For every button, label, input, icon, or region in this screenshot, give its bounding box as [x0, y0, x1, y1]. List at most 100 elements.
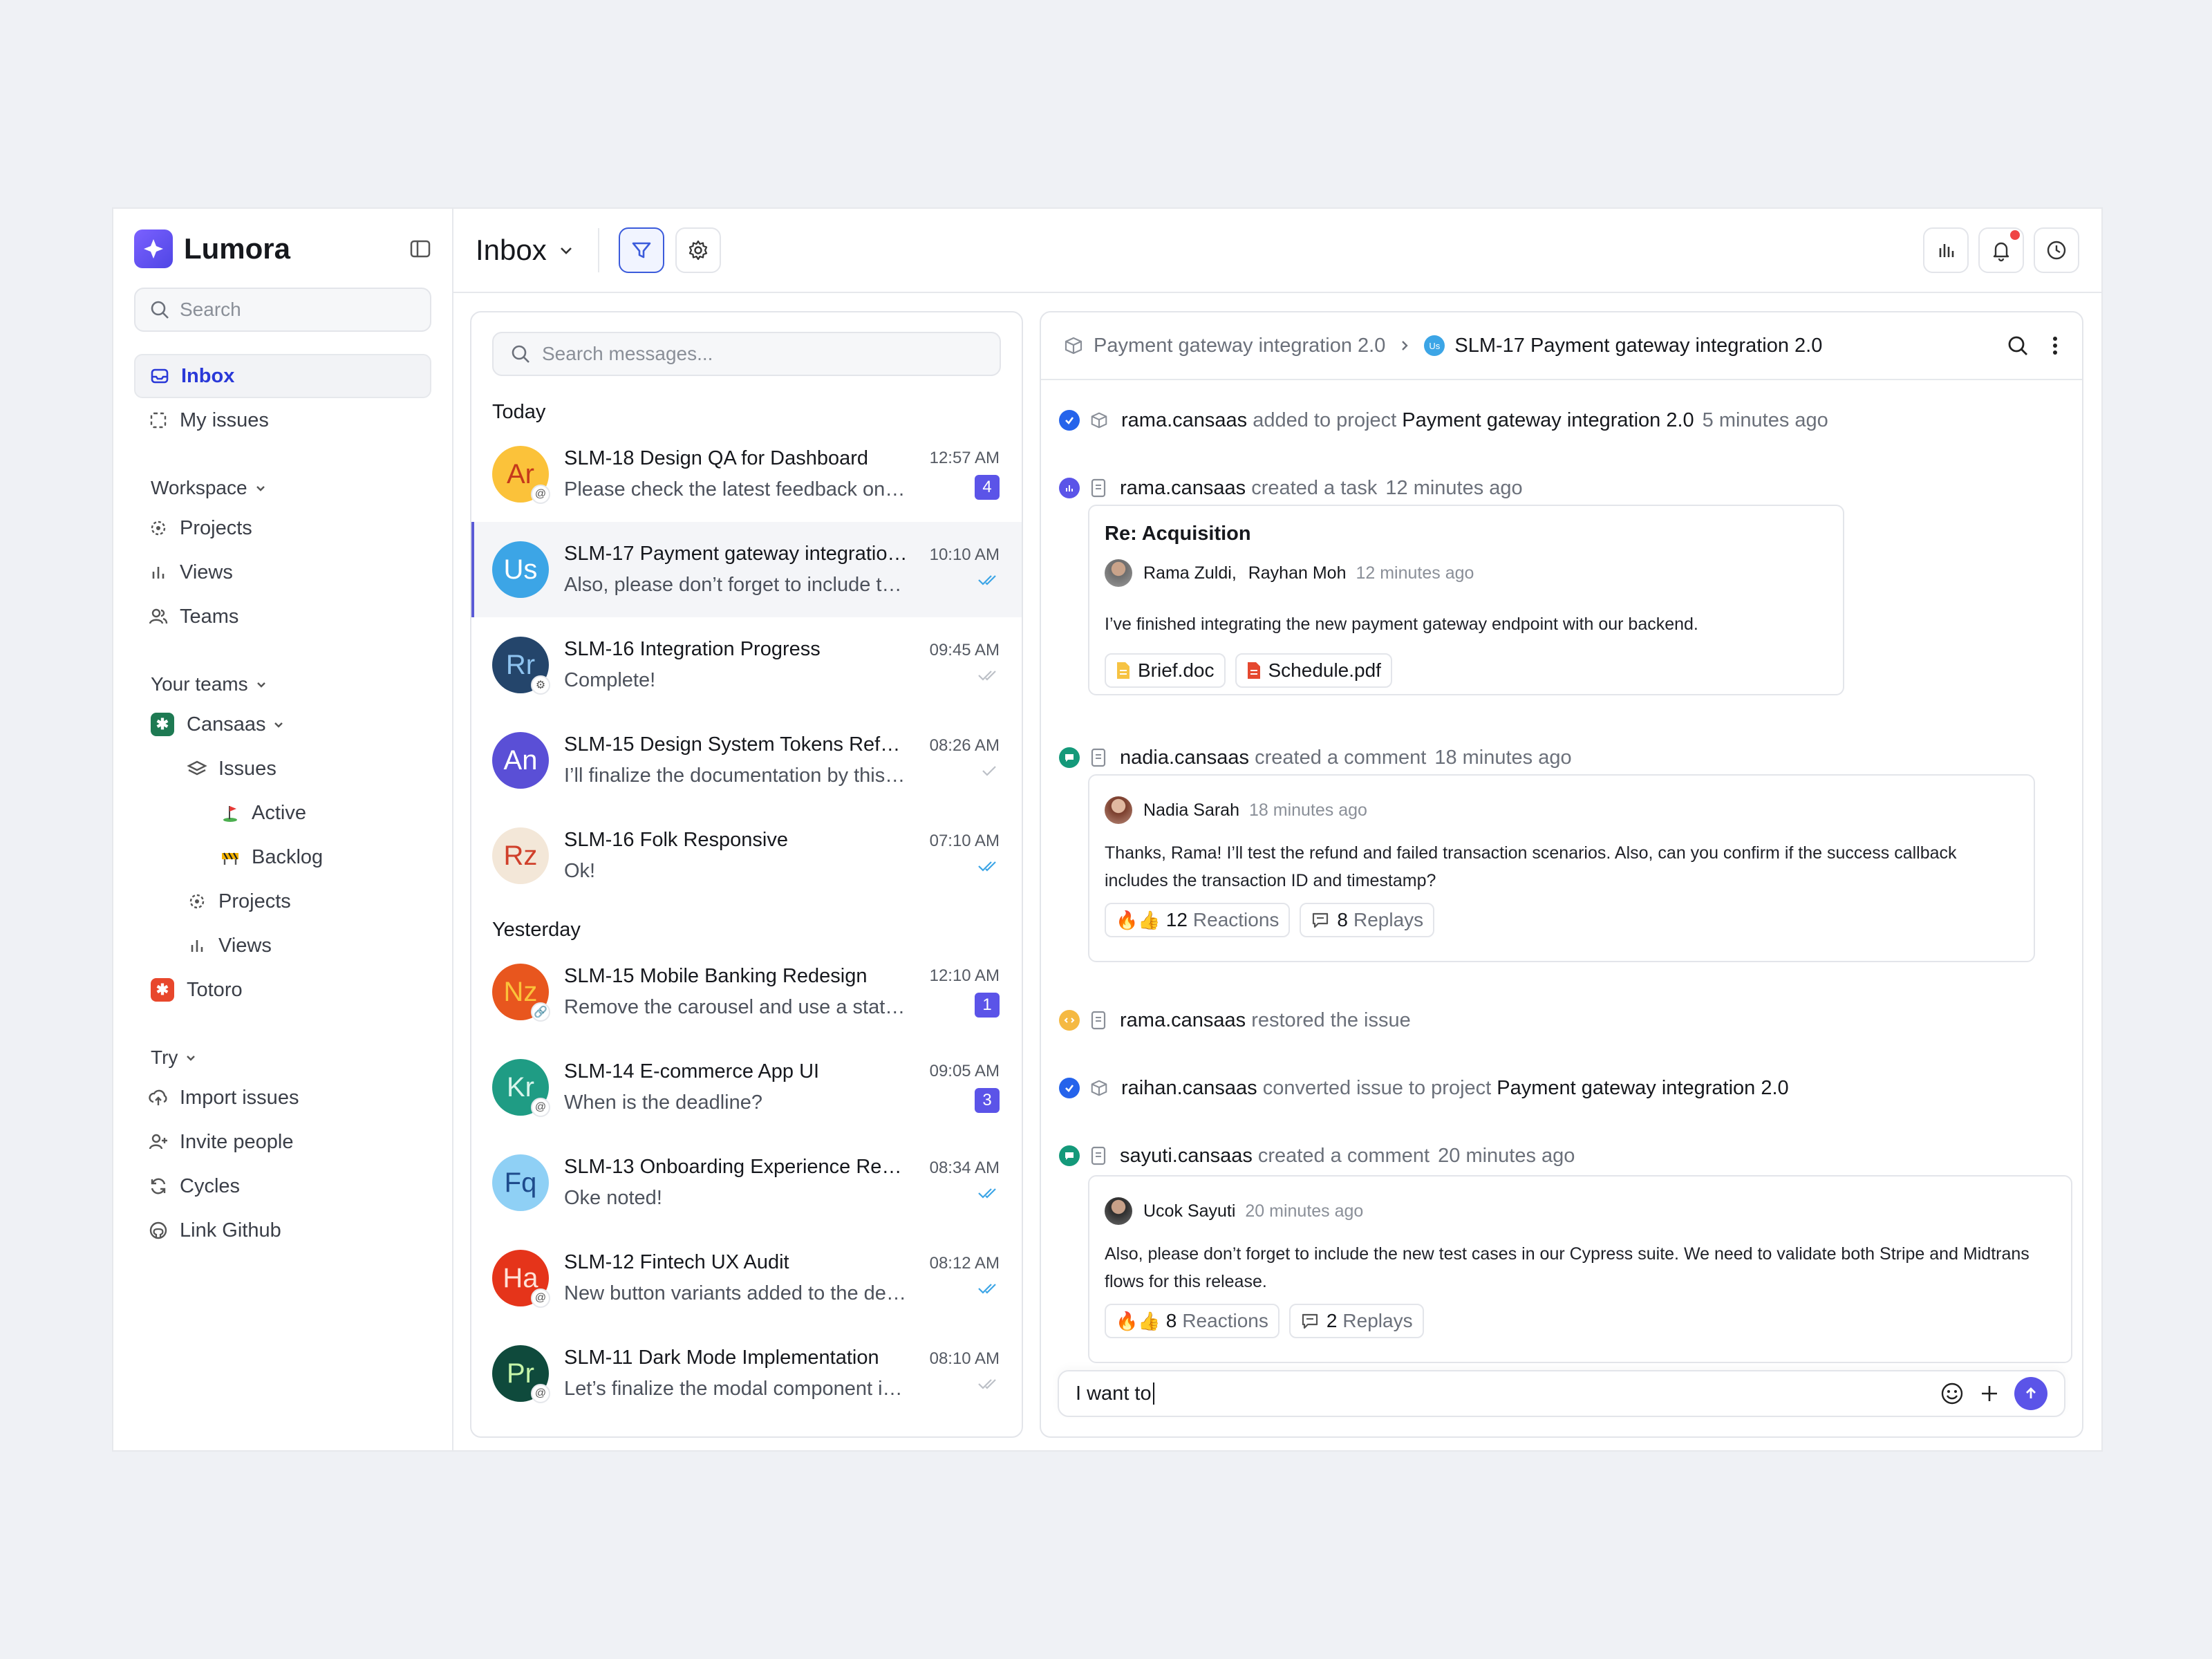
- team-totoro[interactable]: ✱ Totoro: [134, 968, 431, 1012]
- activity-user[interactable]: sayuti.cansaas: [1120, 1145, 1253, 1168]
- activity-created-comment-2: sayuti.cansaas created a comment 20 minut…: [1041, 1142, 1575, 1170]
- message-row[interactable]: Kr @ SLM-14 E-commerce App UI When is the d…: [471, 1040, 1022, 1135]
- nav-item-projects[interactable]: Projects: [134, 506, 431, 550]
- activity-restored-issue: rama.cansaas restored the issue: [1041, 1006, 1411, 1034]
- nav-label: Views: [180, 561, 233, 583]
- message-row[interactable]: Ha @ SLM-12 Fintech UX Audit New button var…: [471, 1230, 1022, 1326]
- activity-user[interactable]: rama.cansaas: [1121, 409, 1247, 432]
- unread-count-badge: 1: [975, 993, 1000, 1018]
- nav-item-my-issues[interactable]: My issues: [134, 398, 431, 442]
- message-row[interactable]: Pr @ SLM-11 Dark Mode Implementation Let’s …: [471, 1326, 1022, 1421]
- task-card[interactable]: Re: Acquisition Rama Zuldi, Rayhan Moh 1…: [1088, 505, 1844, 695]
- user-plus-icon: [149, 1134, 167, 1150]
- team-cansaas[interactable]: ✱ Cansaas: [134, 702, 431, 747]
- send-button[interactable]: [2014, 1377, 2047, 1410]
- activity-user[interactable]: rama.cansaas: [1120, 1009, 1246, 1032]
- section-try[interactable]: Try: [134, 1040, 431, 1076]
- attachment-brief[interactable]: Brief.doc: [1105, 653, 1226, 688]
- more-vertical-icon[interactable]: [2050, 334, 2060, 357]
- analytics-button[interactable]: [1923, 227, 1969, 273]
- double-check-icon: [978, 1284, 996, 1294]
- activity-user[interactable]: nadia.cansaas: [1120, 747, 1249, 769]
- history-button[interactable]: [2034, 227, 2079, 273]
- comment-card-nadia[interactable]: Nadia Sarah 18 minutes ago Thanks, Rama!…: [1088, 774, 2035, 962]
- sidebar-search[interactable]: Search: [134, 288, 431, 332]
- fire-thumbs-icon: 🔥👍: [1116, 1310, 1161, 1331]
- filter-button[interactable]: [618, 227, 664, 273]
- breadcrumb-issue[interactable]: SLM-17 Payment gateway integration 2.0: [1454, 335, 1822, 357]
- plus-icon[interactable]: [1978, 1382, 2000, 1405]
- nav-item-inbox[interactable]: Inbox: [134, 354, 431, 398]
- page-title[interactable]: Inbox: [476, 234, 547, 267]
- message-search[interactable]: Search messages...: [492, 332, 1001, 376]
- message-meta: 12:10 AM 1: [917, 966, 1000, 1018]
- read-status: [917, 1282, 1000, 1302]
- bar-chart-icon: [191, 940, 203, 952]
- activity-target[interactable]: Payment gateway integration 2.0: [1497, 1077, 1788, 1100]
- nav-item-teams[interactable]: Teams: [134, 594, 431, 639]
- message-row[interactable]: Us SLM-17 Payment gateway integration 2.0…: [471, 522, 1022, 617]
- nav-item-import-issues[interactable]: Import issues: [134, 1076, 431, 1120]
- emoji-icon[interactable]: [1940, 1381, 1965, 1406]
- reactions-button[interactable]: 🔥👍 12 Reactions: [1105, 903, 1291, 937]
- section-workspace[interactable]: Workspace: [134, 470, 431, 506]
- author-name[interactable]: Nadia Sarah: [1143, 800, 1239, 821]
- cansaas-team-icon: ✱: [151, 713, 174, 736]
- message-row[interactable]: Ar @ SLM-18 Design QA for Dashboard Please …: [471, 427, 1022, 522]
- mention-icon: @: [531, 1098, 550, 1117]
- notifications-button[interactable]: [1978, 227, 2024, 273]
- mention-icon: @: [531, 1384, 550, 1403]
- restore-badge-icon: [1059, 1010, 1080, 1031]
- bar-chart-icon: [1939, 244, 1954, 257]
- message-row[interactable]: Fq SLM-13 Onboarding Experience Revamp Oke…: [471, 1135, 1022, 1230]
- nav-item-active[interactable]: Active: [134, 791, 431, 835]
- author-name[interactable]: Ucok Sayuti: [1143, 1201, 1235, 1221]
- verified-badge-icon: [1059, 1078, 1080, 1098]
- sidebar-toggle-icon[interactable]: [409, 238, 431, 260]
- reactions-button[interactable]: 🔥👍 8 Reactions: [1105, 1304, 1280, 1338]
- nav-item-invite-people[interactable]: Invite people: [134, 1120, 431, 1164]
- nav-item-cycles[interactable]: Cycles: [134, 1164, 431, 1208]
- message-list: Search messages... Today Ar @ SLM-18 Desig…: [470, 311, 1023, 1438]
- comment-card-ucok[interactable]: Ucok Sayuti 20 minutes ago Also, please …: [1088, 1175, 2072, 1363]
- message-time: 08:26 AM: [929, 736, 1000, 755]
- nav-item-views[interactable]: Views: [134, 550, 431, 594]
- composer-input[interactable]: I want to: [1076, 1382, 1152, 1405]
- message-row[interactable]: Rr ⚙ SLM-16 Integration Progress Complete! 0…: [471, 617, 1022, 713]
- message-title: SLM-14 E-commerce App UI: [564, 1060, 820, 1082]
- activity-user[interactable]: raihan.cansaas: [1121, 1077, 1257, 1100]
- nav-item-team-projects[interactable]: Projects: [134, 879, 431, 924]
- search-icon[interactable]: [2006, 334, 2030, 357]
- activity-target[interactable]: Payment gateway integration 2.0: [1402, 409, 1694, 432]
- message-row[interactable]: Rz SLM-16 Folk Responsive Ok! 07:10 AM: [471, 808, 1022, 903]
- document-icon: [1091, 478, 1106, 498]
- avatar: An: [492, 732, 549, 789]
- nav-item-link-github[interactable]: Link Github: [134, 1208, 431, 1253]
- breadcrumb-project[interactable]: Payment gateway integration 2.0: [1094, 335, 1385, 357]
- comment-icon: [1313, 912, 1329, 928]
- read-status: [917, 1186, 1000, 1207]
- attachment-schedule[interactable]: Schedule.pdf: [1235, 653, 1392, 688]
- message-row[interactable]: Nz 🔗 SLM-15 Mobile Banking Redesign Remove …: [471, 944, 1022, 1040]
- message-composer[interactable]: I want to: [1058, 1370, 2065, 1417]
- section-your-teams[interactable]: Your teams: [134, 666, 431, 702]
- nav-item-team-views[interactable]: Views: [134, 924, 431, 968]
- replies-button[interactable]: 8 Replays: [1300, 903, 1435, 937]
- replies-button[interactable]: 2 Replays: [1288, 1304, 1424, 1338]
- author-name[interactable]: Rayhan Moh: [1248, 563, 1347, 583]
- avatar: Pr @: [492, 1345, 550, 1403]
- replies-label: Replays: [1342, 1310, 1413, 1331]
- activity-time: 5 minutes ago: [1702, 409, 1828, 431]
- chevron-down-icon[interactable]: [558, 242, 574, 259]
- nav-item-issues[interactable]: Issues: [134, 747, 431, 791]
- mention-icon: ⚙: [531, 675, 550, 695]
- chevron-down-icon: [256, 682, 265, 688]
- activity-user[interactable]: rama.cansaas: [1120, 477, 1246, 500]
- text-caret: [1152, 1382, 1154, 1405]
- document-icon: [1091, 748, 1106, 767]
- author-name[interactable]: Rama Zuldi,: [1143, 563, 1237, 583]
- message-row[interactable]: An SLM-15 Design System Tokens Refactor I’…: [471, 713, 1022, 808]
- nav-item-backlog[interactable]: Backlog: [134, 835, 431, 879]
- settings-button[interactable]: [675, 227, 721, 273]
- message-meta: 07:10 AM: [917, 832, 1000, 880]
